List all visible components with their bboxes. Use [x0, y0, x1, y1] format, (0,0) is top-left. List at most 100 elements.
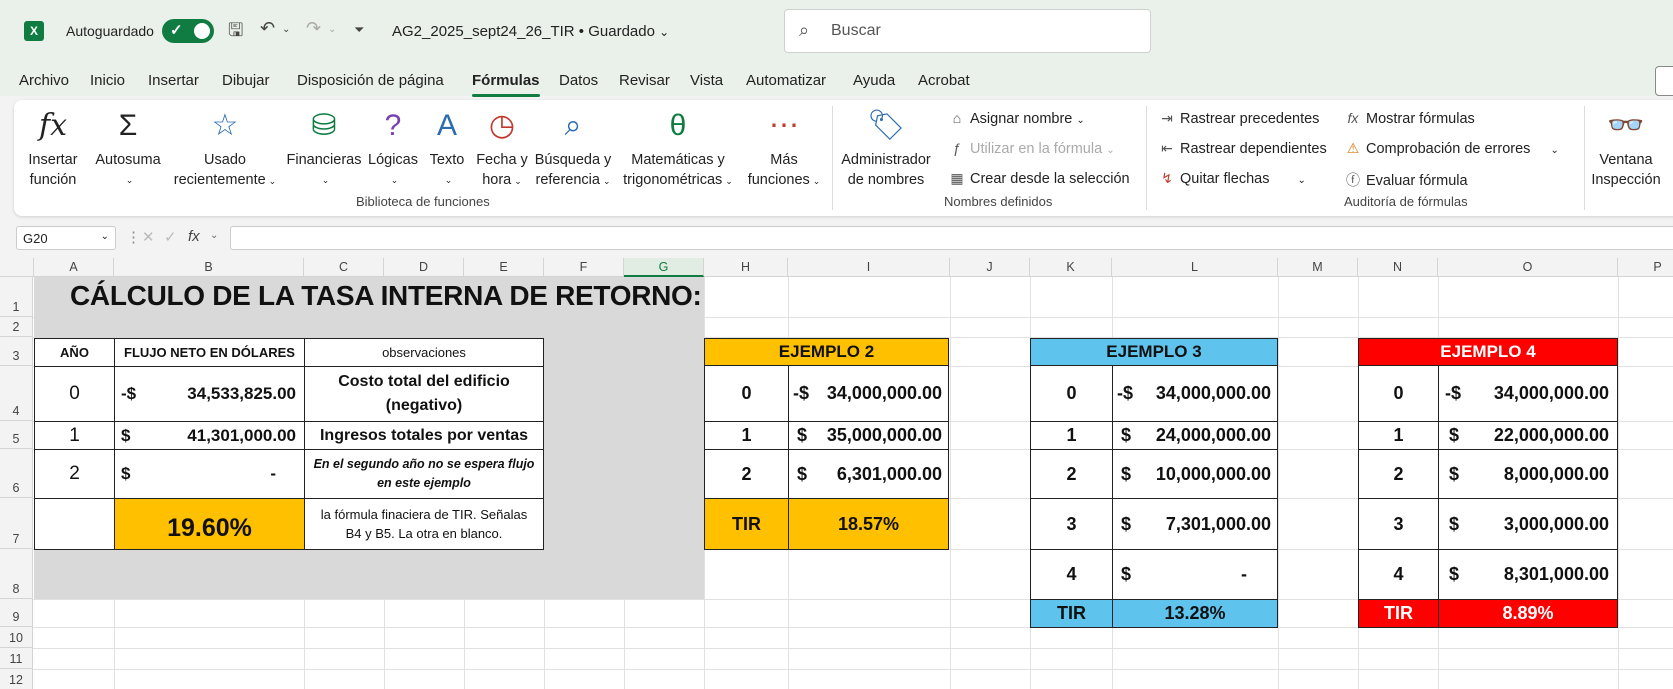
example-2-header[interactable]: EJEMPLO 2 — [704, 338, 949, 366]
customize-qat-icon[interactable]: ⏷ — [354, 22, 364, 38]
row-header[interactable]: 12 — [0, 669, 33, 689]
amount-cell[interactable]: -$ 34,000,000.00 — [1112, 365, 1278, 422]
evaluate-formula-button[interactable]: ⓕ Evaluar fórmula — [1344, 170, 1468, 190]
column-header[interactable]: A — [34, 258, 114, 277]
tir-label-cell[interactable]: TIR — [704, 498, 789, 550]
column-header[interactable]: K — [1030, 258, 1112, 277]
comments-button[interactable] — [1655, 66, 1673, 96]
observation-cell[interactable]: En el segundo año no se espera flujo en … — [304, 449, 544, 499]
amount-cell[interactable]: $24,000,000.00 — [1112, 421, 1278, 450]
amount-cell[interactable]: $22,000,000.00 — [1438, 421, 1618, 450]
autosave-toggle[interactable]: ✓ — [162, 19, 214, 43]
tir-result-cell[interactable]: 19.60% — [114, 498, 305, 550]
error-checking-button[interactable]: ⚠ Comprobación de errores ⌄ — [1344, 140, 1559, 157]
formula-note-cell[interactable]: la fórmula finaciera de TIR. Señalas B4 … — [304, 498, 544, 550]
period-cell[interactable]: 0 — [704, 365, 789, 422]
lookup-button[interactable]: ⌕ Búsqueda y referencia ⌄ — [532, 106, 614, 191]
recently-used-button[interactable]: ☆ Usado recientemente ⌄ — [170, 106, 280, 191]
tir-value-cell[interactable]: 8.89% — [1438, 599, 1618, 628]
table-header-observations[interactable]: observaciones — [304, 338, 544, 367]
amount-cell[interactable]: $3,000,000.00 — [1438, 498, 1618, 550]
column-header[interactable]: F — [544, 258, 624, 277]
flow-cell[interactable]: $ - — [114, 449, 305, 499]
table-header-year[interactable]: AÑO — [34, 338, 115, 367]
row-header[interactable]: 2 — [0, 317, 33, 337]
select-all-corner[interactable] — [0, 258, 34, 277]
amount-cell[interactable]: $ - — [1112, 549, 1278, 600]
tab-disposicion[interactable]: Disposición de página — [297, 72, 444, 89]
tir-label-cell[interactable]: TIR — [1358, 599, 1439, 628]
column-header[interactable]: L — [1112, 258, 1278, 277]
show-formulas-button[interactable]: fx Mostrar fórmulas — [1344, 110, 1475, 127]
define-name-button[interactable]: ⌂ Asignar nombre ⌄ — [948, 110, 1085, 127]
row-header[interactable]: 3 — [0, 337, 33, 366]
period-cell[interactable]: 2 — [1358, 449, 1439, 499]
period-cell[interactable]: 1 — [1358, 421, 1439, 450]
tab-acrobat[interactable]: Acrobat — [918, 72, 970, 89]
remove-arrows-button[interactable]: ↯ Quitar flechas ⌄ — [1158, 170, 1306, 187]
year-cell[interactable]: 1 — [34, 421, 115, 450]
more-icon[interactable]: ⋮ — [126, 228, 141, 246]
name-manager-button[interactable]: 🏷 Administrador de nombres — [840, 106, 932, 190]
formula-input[interactable] — [230, 226, 1673, 250]
tab-dibujar[interactable]: Dibujar — [222, 72, 270, 89]
column-header[interactable]: O — [1438, 258, 1618, 277]
amount-cell[interactable]: $7,301,000.00 — [1112, 498, 1278, 550]
period-cell[interactable]: 4 — [1358, 549, 1439, 600]
period-cell[interactable]: 2 — [1030, 449, 1113, 499]
tir-value-cell[interactable]: 13.28% — [1112, 599, 1278, 628]
period-cell[interactable]: 3 — [1358, 498, 1439, 550]
datetime-button[interactable]: ◷ Fecha y hora ⌄ — [474, 106, 530, 191]
period-cell[interactable]: 0 — [1030, 365, 1113, 422]
table-header-flow[interactable]: FLUJO NETO EN DÓLARES — [114, 338, 305, 367]
tir-label-cell[interactable]: TIR — [1030, 599, 1113, 628]
row-header[interactable]: 1 — [0, 277, 33, 317]
tab-datos[interactable]: Datos — [559, 72, 598, 89]
column-header[interactable]: I — [788, 258, 950, 277]
row-header[interactable]: 11 — [0, 648, 33, 669]
autosum-button[interactable]: Σ Autosuma ⌄ — [92, 106, 164, 190]
period-cell[interactable]: 1 — [1030, 421, 1113, 450]
row-header[interactable]: 6 — [0, 449, 33, 498]
more-functions-button[interactable]: ⋯ Más funciones ⌄ — [742, 106, 826, 191]
enter-icon[interactable]: ✓ — [164, 228, 177, 246]
redo-dropdown-icon[interactable]: ⌄ — [328, 24, 336, 35]
amount-cell[interactable]: $35,000,000.00 — [788, 421, 949, 450]
trace-precedents-button[interactable]: ⇥ Rastrear precedentes — [1158, 110, 1319, 127]
amount-cell[interactable]: -$ 34,000,000.00 — [1438, 365, 1618, 422]
period-cell[interactable]: 0 — [1358, 365, 1439, 422]
create-from-selection-button[interactable]: ▦ Crear desde la selección — [948, 170, 1129, 187]
amount-cell[interactable]: $8,301,000.00 — [1438, 549, 1618, 600]
period-cell[interactable]: 4 — [1030, 549, 1113, 600]
cancel-icon[interactable]: ✕ — [142, 228, 155, 246]
column-header[interactable]: G — [624, 258, 704, 277]
undo-icon[interactable]: ↶ — [260, 18, 275, 39]
column-header[interactable]: N — [1358, 258, 1438, 277]
period-cell[interactable]: 2 — [704, 449, 789, 499]
column-header[interactable]: H — [704, 258, 788, 277]
tab-revisar[interactable]: Revisar — [619, 72, 670, 89]
amount-cell[interactable]: $8,000,000.00 — [1438, 449, 1618, 499]
tab-insertar[interactable]: Insertar — [148, 72, 199, 89]
logical-button[interactable]: ? Lógicas ⌄ — [366, 106, 420, 190]
column-header[interactable]: M — [1278, 258, 1358, 277]
tab-inicio[interactable]: Inicio — [90, 72, 125, 89]
tir-value-cell[interactable]: 18.57% — [788, 498, 949, 550]
chevron-down-icon[interactable]: ⌄ — [210, 230, 218, 241]
column-header[interactable]: B — [114, 258, 304, 277]
year-cell[interactable]: 0 — [34, 366, 115, 422]
tab-vista[interactable]: Vista — [690, 72, 723, 89]
column-header[interactable]: J — [950, 258, 1030, 277]
search-box[interactable]: ⌕ Buscar — [784, 9, 1151, 53]
spreadsheet-grid[interactable]: A B C D E F G H I J K L M N O P 1 2 3 4 … — [0, 258, 1673, 689]
flow-cell[interactable]: -$ 34,533,825.00 — [114, 366, 305, 422]
amount-cell[interactable]: $6,301,000.00 — [788, 449, 949, 499]
period-cell[interactable]: 3 — [1030, 498, 1113, 550]
insert-function-button[interactable]: fx Insertar función — [26, 106, 80, 190]
document-title[interactable]: AG2_2025_sept24_26_TIR • Guardado ⌄ — [392, 23, 669, 40]
math-trig-button[interactable]: θ Matemáticas y trigonométricas ⌄ — [618, 106, 738, 191]
financial-button[interactable]: ⛁ Financieras ⌄ — [286, 106, 362, 190]
example-4-header[interactable]: EJEMPLO 4 — [1358, 338, 1618, 366]
name-box[interactable]: G20 ⌄ — [16, 226, 116, 250]
column-header[interactable]: E — [464, 258, 544, 277]
